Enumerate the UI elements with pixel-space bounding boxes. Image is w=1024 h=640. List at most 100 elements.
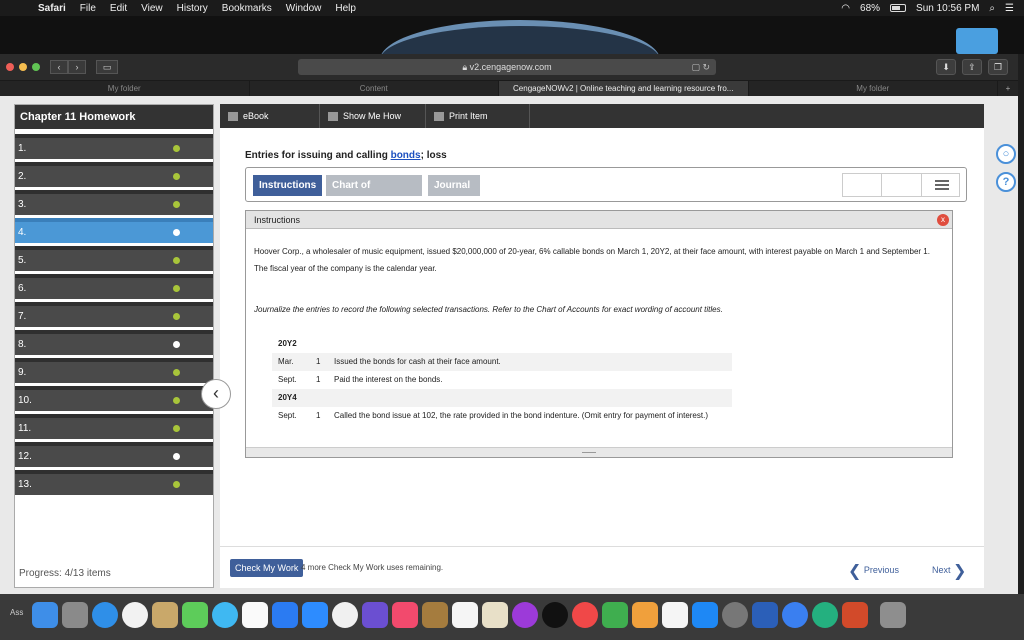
menu-bookmarks[interactable]: Bookmarks (222, 3, 272, 14)
podcasts-icon[interactable] (512, 602, 538, 628)
question-item-1[interactable]: 1. (15, 134, 213, 159)
word-icon[interactable] (752, 602, 778, 628)
menu-edit[interactable]: Edit (110, 3, 127, 14)
menu-history[interactable]: History (177, 3, 208, 14)
zoom-window-icon[interactable] (32, 63, 40, 71)
collapse-panel-button[interactable]: ‹ (201, 379, 231, 409)
question-item-13[interactable]: 13. (15, 470, 213, 495)
facetime-icon[interactable] (182, 602, 208, 628)
year-label: 20Y4 (278, 393, 297, 402)
lock-icon: 🔒︎ (462, 62, 470, 72)
tab-my-folder-2[interactable]: My folder (749, 81, 998, 96)
resize-handle[interactable] (246, 447, 952, 457)
question-item-4[interactable]: 4. (15, 218, 213, 243)
chat-icon[interactable]: ○ (996, 144, 1016, 164)
messenger-icon[interactable] (782, 602, 808, 628)
sidebar-toggle-icon[interactable]: ▭ (96, 60, 118, 74)
zoom-icon[interactable] (302, 602, 328, 628)
menu-icon[interactable] (935, 180, 949, 190)
menu-window[interactable]: Window (286, 3, 322, 14)
finder-icon[interactable] (32, 602, 58, 628)
tab-instructions[interactable]: Instructions (253, 175, 322, 196)
address-bar[interactable]: 🔒︎ v2.cengagenow.com ▢ ↻ (298, 59, 716, 75)
question-item-3[interactable]: 3. (15, 190, 213, 215)
pages-icon[interactable] (662, 602, 688, 628)
forward-button[interactable]: › (68, 60, 86, 74)
reminders-icon[interactable] (452, 602, 478, 628)
transaction-row: Mar. 1 Issued the bonds for cash at thei… (272, 353, 732, 371)
wifi-icon[interactable]: ◠ (841, 3, 850, 14)
wallpaper-arc (380, 20, 660, 54)
question-item-5[interactable]: 5. (15, 246, 213, 271)
share-icon[interactable]: ⇪ (962, 59, 982, 75)
reload-icon[interactable]: ▢ ↻ (691, 59, 710, 75)
menu-view[interactable]: View (141, 3, 163, 14)
news-icon[interactable] (572, 602, 598, 628)
battery-icon[interactable] (890, 4, 907, 12)
back-button[interactable]: ‹ (50, 60, 68, 74)
question-item-10[interactable]: 10. (15, 386, 213, 411)
close-window-icon[interactable] (6, 63, 14, 71)
tab-chart-of-accounts[interactable]: Chart of Accounts (326, 175, 422, 212)
incomplete-dot-icon (173, 341, 180, 348)
control-center-icon[interactable]: ☰ (1005, 3, 1014, 14)
tab-journal[interactable]: Journal (428, 175, 480, 196)
menu-file[interactable]: File (80, 3, 96, 14)
close-icon[interactable]: x (937, 214, 949, 226)
messages-icon[interactable] (212, 602, 238, 628)
app-icon[interactable] (812, 602, 838, 628)
photos-icon[interactable] (332, 602, 358, 628)
music-icon[interactable] (392, 602, 418, 628)
clock[interactable]: Sun 10:56 PM (916, 3, 979, 14)
question-number: 10. (18, 395, 32, 406)
next-label: Next (932, 565, 951, 575)
question-number: 13. (18, 479, 32, 490)
question-item-12[interactable]: 12. (15, 442, 213, 467)
powerpoint-icon[interactable] (842, 602, 868, 628)
question-item-8[interactable]: 8. (15, 330, 213, 355)
tv-icon[interactable] (542, 602, 568, 628)
app-store-icon[interactable] (692, 602, 718, 628)
search-icon[interactable]: ⌕ (989, 3, 995, 14)
footer-bar: Check My Work 4 more Check My Work uses … (220, 546, 984, 588)
numbers-icon[interactable] (602, 602, 628, 628)
question-item-2[interactable]: 2. (15, 162, 213, 187)
print-item-button[interactable]: Print Item (426, 104, 530, 128)
help-icon[interactable]: ? (996, 172, 1016, 192)
question-item-9[interactable]: 9. (15, 358, 213, 383)
imovie-icon[interactable] (362, 602, 388, 628)
question-item-6[interactable]: 6. (15, 274, 213, 299)
ebook-button[interactable]: eBook (220, 104, 320, 128)
photo-icon[interactable] (152, 602, 178, 628)
instructions-panel: Instructions x Hoover Corp., a wholesale… (245, 210, 953, 458)
notebook-icon[interactable] (422, 602, 448, 628)
menu-help[interactable]: Help (335, 3, 356, 14)
minimize-window-icon[interactable] (19, 63, 27, 71)
check-my-work-button[interactable]: Check My Work (230, 559, 304, 577)
transaction-row: Sept. 1 Called the bond issue at 102, th… (272, 407, 732, 443)
new-tab-button[interactable]: + (998, 81, 1018, 96)
side-tools: ○ ? (996, 144, 1016, 200)
downloads-icon[interactable]: ⬇ (936, 59, 956, 75)
previous-button[interactable]: ❮ Previous (848, 561, 899, 581)
menu-app-name[interactable]: Safari (38, 3, 66, 14)
chrome-icon[interactable] (122, 602, 148, 628)
launchpad-icon[interactable] (62, 602, 88, 628)
question-item-11[interactable]: 11. (15, 414, 213, 439)
bonds-link[interactable]: bonds (391, 150, 421, 161)
desktop-folder-icon[interactable] (956, 28, 998, 54)
safari-icon[interactable] (92, 602, 118, 628)
system-preferences-icon[interactable] (722, 602, 748, 628)
next-button[interactable]: Next ❯ (932, 561, 966, 581)
maps-icon[interactable] (482, 602, 508, 628)
vpn-icon[interactable] (272, 602, 298, 628)
trash-icon[interactable] (880, 602, 906, 628)
tabs-overview-icon[interactable]: ❐ (988, 59, 1008, 75)
tab-cengagenow[interactable]: CengageNOWv2 | Online teaching and learn… (499, 81, 749, 96)
tab-content[interactable]: Content (250, 81, 499, 96)
question-item-7[interactable]: 7. (15, 302, 213, 327)
show-me-how-button[interactable]: Show Me How (320, 104, 426, 128)
keynote-icon[interactable] (632, 602, 658, 628)
tab-my-folder[interactable]: My folder (0, 81, 250, 96)
calendar-icon[interactable] (242, 602, 268, 628)
